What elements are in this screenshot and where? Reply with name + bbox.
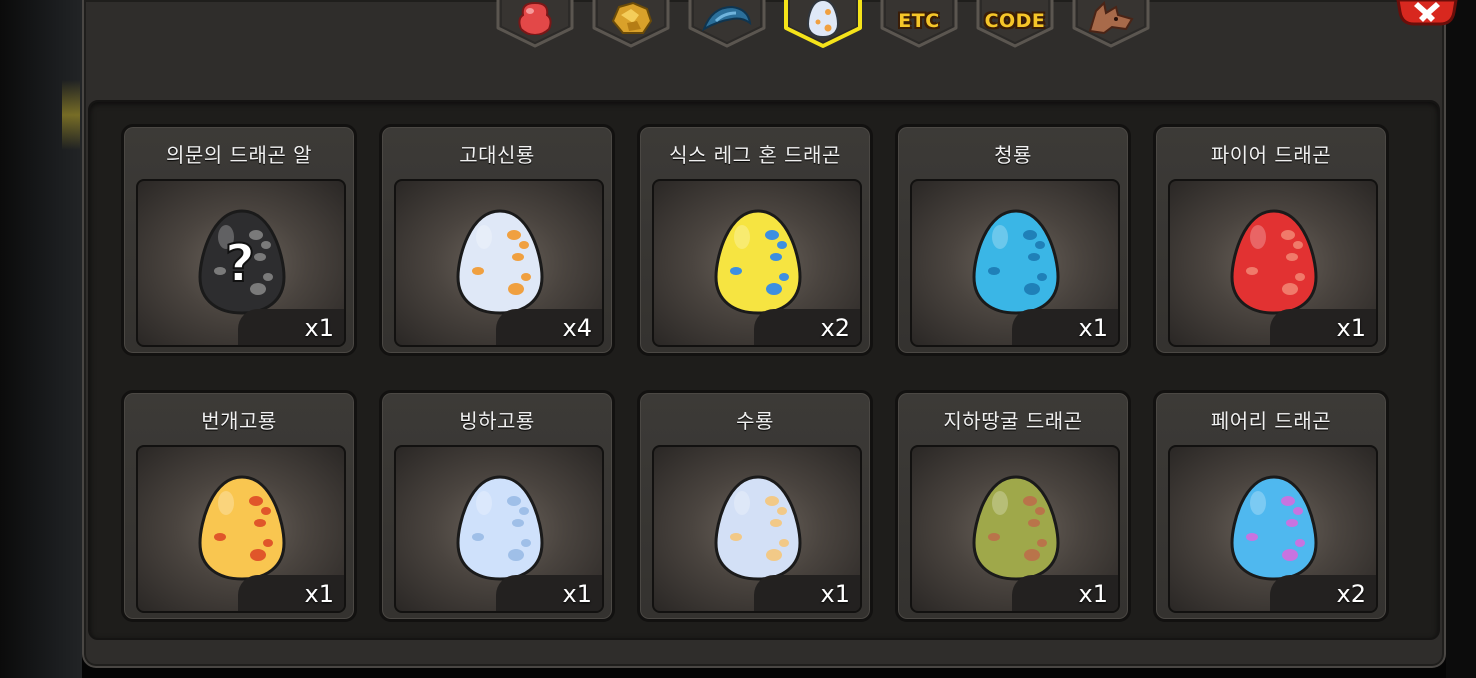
egg-image-frame: x4	[394, 179, 604, 347]
egg-name: 의문의 드래곤 알	[165, 143, 312, 167]
dragon-egg-icon	[714, 209, 802, 315]
egg-name: 수룡	[736, 409, 774, 433]
egg-name: 식스 레그 혼 드래곤	[669, 143, 841, 167]
tab-dragon[interactable]	[1070, 0, 1152, 50]
egg-card[interactable]: 고대신룡 x4	[379, 124, 615, 356]
egg-card[interactable]: 파이어 드래곤 x1	[1153, 124, 1389, 356]
egg-card[interactable]: 페어리 드래곤 x2	[1153, 390, 1389, 622]
dragon-egg-icon	[1230, 475, 1318, 581]
egg-quantity: x1	[1012, 309, 1118, 345]
egg-card[interactable]: 청룡 x1	[895, 124, 1131, 356]
red-potion-icon	[515, 1, 555, 39]
egg-card[interactable]: 지하땅굴 드래곤 x1	[895, 390, 1131, 622]
dragon-head-icon	[1086, 0, 1136, 39]
tab-code[interactable]: CODE	[974, 0, 1056, 50]
question-mark: ?	[225, 234, 255, 294]
dragon-egg-icon	[714, 475, 802, 581]
egg-image-frame: x2	[652, 179, 862, 347]
egg-image-frame: x1	[1168, 179, 1378, 347]
dragon-egg-icon: ?	[198, 209, 286, 315]
egg-quantity: x1	[1270, 309, 1376, 345]
egg-image-frame: x1	[136, 445, 346, 613]
egg-quantity: x1	[754, 575, 860, 611]
egg-name: 파이어 드래곤	[1210, 143, 1332, 167]
dragon-egg-icon	[972, 475, 1060, 581]
egg-image-frame: x1	[652, 445, 862, 613]
tab-blue-item[interactable]	[686, 0, 768, 50]
egg-card[interactable]: 의문의 드래곤 알? x1	[121, 124, 357, 356]
tab-red-item[interactable]	[494, 0, 576, 50]
egg-name: 페어리 드래곤	[1210, 409, 1332, 433]
egg-image-frame: x1	[910, 179, 1120, 347]
egg-image-frame: x1	[910, 445, 1120, 613]
tab-egg[interactable]	[782, 0, 864, 50]
egg-quantity: x1	[238, 309, 344, 345]
background-right	[1446, 0, 1476, 678]
egg-card[interactable]: 식스 레그 혼 드래곤 x2	[637, 124, 873, 356]
egg-quantity: x1	[1012, 575, 1118, 611]
dragon-egg-icon	[198, 475, 286, 581]
egg-quantity: x2	[1270, 575, 1376, 611]
tab-label: CODE	[984, 10, 1046, 32]
egg-card[interactable]: 번개고룡 x1	[121, 390, 357, 622]
egg-image-frame: ? x1	[136, 179, 346, 347]
tab-gold-item[interactable]	[590, 0, 672, 50]
egg-card[interactable]: 수룡 x1	[637, 390, 873, 622]
egg-image-frame: x2	[1168, 445, 1378, 613]
egg-icon	[806, 0, 840, 42]
close-icon	[1396, 0, 1458, 26]
egg-name: 빙하고룡	[459, 409, 535, 433]
close-button[interactable]	[1394, 0, 1460, 26]
egg-image-frame: x1	[394, 445, 604, 613]
egg-name: 청룡	[994, 143, 1032, 167]
background-glow	[62, 80, 80, 150]
blue-scale-icon	[702, 3, 752, 37]
egg-name: 번개고룡	[201, 409, 277, 433]
egg-quantity: x1	[238, 575, 344, 611]
egg-quantity: x1	[496, 575, 602, 611]
dragon-egg-icon	[972, 209, 1060, 315]
egg-quantity: x2	[754, 309, 860, 345]
egg-name: 지하땅굴 드래곤	[943, 409, 1083, 433]
egg-card[interactable]: 빙하고룡 x1	[379, 390, 615, 622]
tab-etc[interactable]: ETC	[878, 0, 960, 50]
tab-label: ETC	[898, 10, 940, 32]
dragon-egg-icon	[456, 475, 544, 581]
egg-quantity: x4	[496, 309, 602, 345]
egg-name: 고대신룡	[459, 143, 535, 167]
dragon-egg-icon	[456, 209, 544, 315]
gold-ore-icon	[609, 1, 653, 39]
dragon-egg-icon	[1230, 209, 1318, 315]
